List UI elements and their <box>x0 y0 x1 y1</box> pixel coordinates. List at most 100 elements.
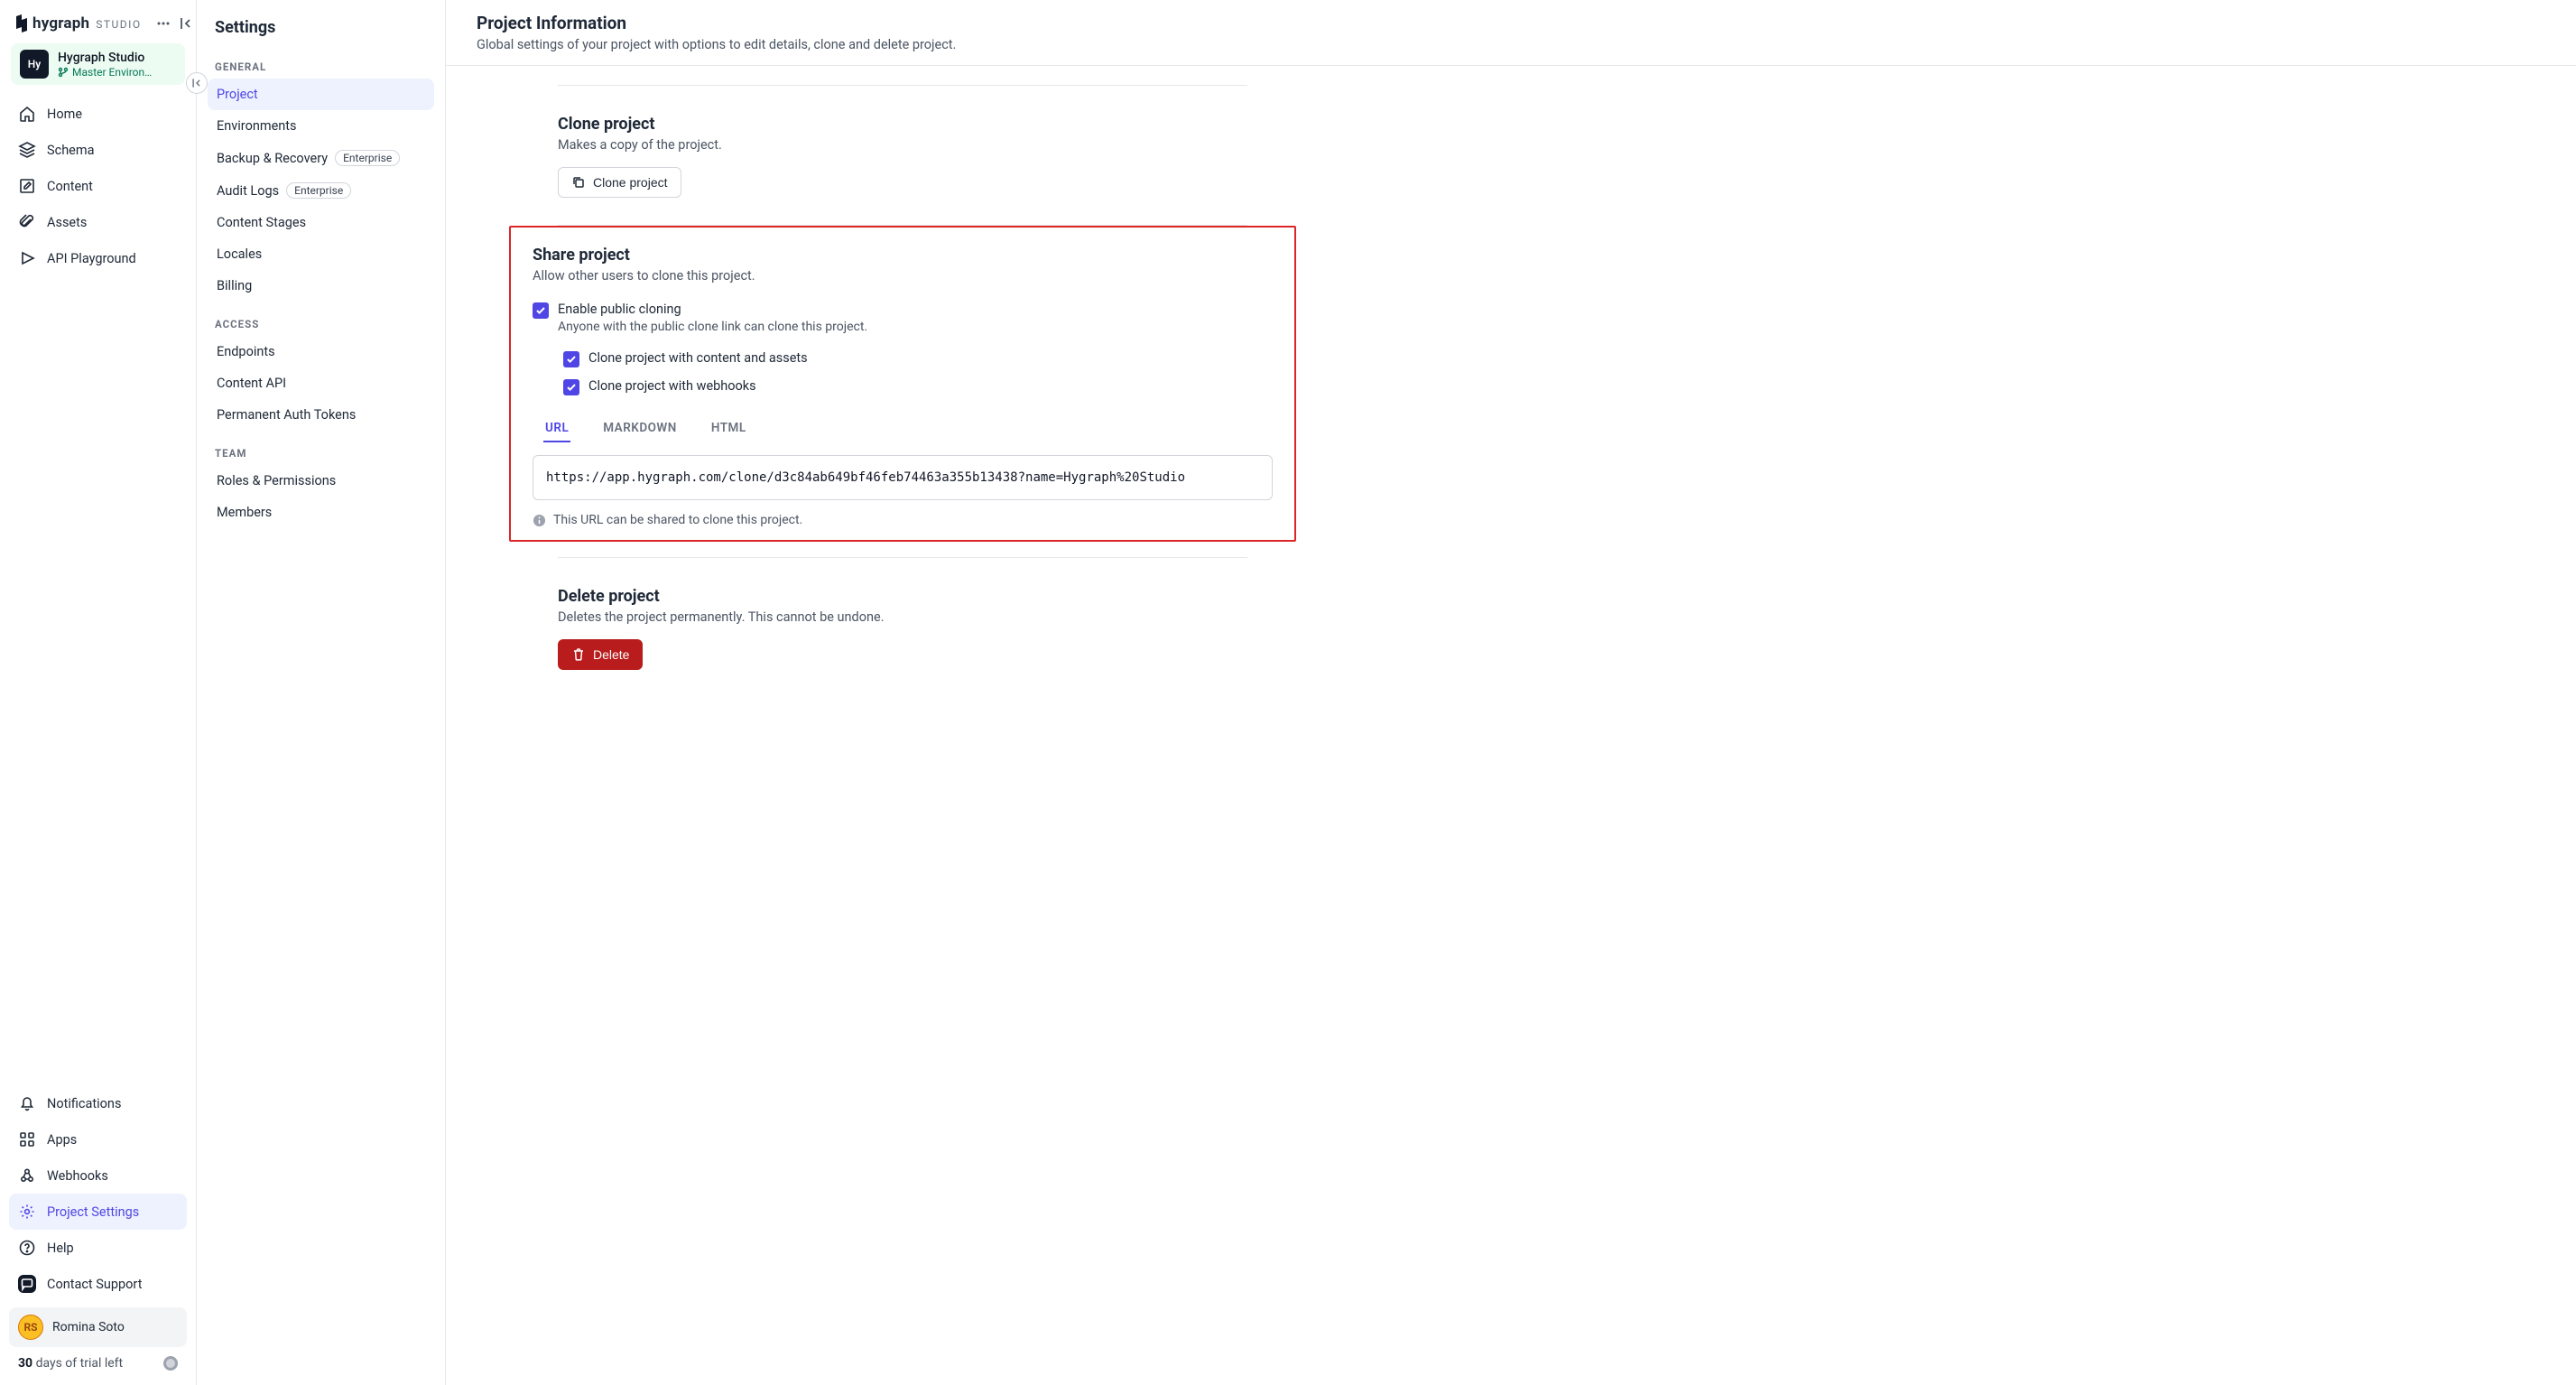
nav-label: Apps <box>47 1132 77 1148</box>
nav-label: Help <box>47 1241 74 1256</box>
nav-notifications[interactable]: Notifications <box>9 1085 187 1121</box>
checkbox-checked-icon[interactable] <box>533 302 549 319</box>
sidebar-collapse-icon[interactable] <box>178 14 194 33</box>
subnav-billing[interactable]: Billing <box>208 270 434 302</box>
delete-title: Delete project <box>558 587 1247 606</box>
play-icon <box>18 249 36 267</box>
delete-project-section: Delete project Deletes the project perma… <box>558 558 1247 697</box>
project-switcher[interactable]: Hy Hygraph Studio Master Environ… <box>11 43 185 85</box>
checkbox-label: Clone project with content and assets <box>588 350 808 366</box>
share-format-tabs: URL MARKDOWN HTML <box>543 415 1273 442</box>
nav-label: Home <box>47 107 82 122</box>
nav-content[interactable]: Content <box>9 168 187 204</box>
group-team-label: TEAM <box>208 440 434 465</box>
main-content: Project Information Global settings of y… <box>446 0 2576 1385</box>
clone-url-field[interactable]: https://app.hygraph.com/clone/d3c84ab649… <box>533 455 1273 500</box>
subnav-auth-tokens[interactable]: Permanent Auth Tokens <box>208 399 434 431</box>
nav-help[interactable]: Help <box>9 1230 187 1266</box>
nav-contact-support[interactable]: Contact Support <box>9 1266 187 1302</box>
primary-sidebar: hygraph STUDIO Hy Hygraph Studio Master … <box>0 0 197 1385</box>
chevron-left-bar-icon <box>190 77 203 89</box>
page-subtitle: Global settings of your project with opt… <box>477 37 2558 52</box>
delete-desc: Deletes the project permanently. This ca… <box>558 609 1247 625</box>
subnav-endpoints[interactable]: Endpoints <box>208 336 434 367</box>
subnav-content-api[interactable]: Content API <box>208 367 434 399</box>
subnav-audit-logs[interactable]: Audit LogsEnterprise <box>208 174 434 207</box>
nav-label: Contact Support <box>47 1277 142 1292</box>
clone-project-button[interactable]: Clone project <box>558 167 681 198</box>
home-icon <box>18 105 36 123</box>
copy-icon <box>571 175 586 190</box>
bell-icon <box>18 1094 36 1112</box>
logo-mark-icon <box>14 14 29 33</box>
clone-with-content-row[interactable]: Clone project with content and assets <box>563 347 1273 371</box>
checkbox-checked-icon[interactable] <box>563 379 579 395</box>
checkbox-label: Clone project with webhooks <box>588 378 756 394</box>
settings-subnav: Settings GENERAL Project Environments Ba… <box>197 0 446 1385</box>
tab-url[interactable]: URL <box>543 415 570 442</box>
nav-label: Schema <box>47 143 94 158</box>
subnav-project[interactable]: Project <box>208 79 434 110</box>
checkbox-checked-icon[interactable] <box>563 351 579 367</box>
nav-label: Project Settings <box>47 1204 139 1220</box>
tab-markdown[interactable]: MARKDOWN <box>601 415 679 442</box>
delete-button[interactable]: Delete <box>558 639 643 670</box>
share-hint: This URL can be shared to clone this pro… <box>533 513 1273 527</box>
checkbox-label: Enable public cloning <box>558 302 867 317</box>
help-icon <box>18 1239 36 1257</box>
nav-api-playground[interactable]: API Playground <box>9 240 187 276</box>
subnav-content-stages[interactable]: Content Stages <box>208 207 434 238</box>
brand-suffix: STUDIO <box>96 18 141 31</box>
subnav-members[interactable]: Members <box>208 497 434 528</box>
nav-apps[interactable]: Apps <box>9 1121 187 1157</box>
checkbox-help: Anyone with the public clone link can cl… <box>558 320 867 334</box>
edit-icon <box>18 177 36 195</box>
subnav-environments[interactable]: Environments <box>208 110 434 142</box>
nav-schema[interactable]: Schema <box>9 132 187 168</box>
page-title: Project Information <box>477 13 2558 33</box>
subnav-backup-recovery[interactable]: Backup & RecoveryEnterprise <box>208 142 434 174</box>
share-project-section: Share project Allow other users to clone… <box>533 246 1273 527</box>
subnav-collapse-button[interactable] <box>186 72 208 94</box>
brand-logo[interactable]: hygraph STUDIO <box>14 14 142 33</box>
trash-icon <box>571 647 586 662</box>
share-desc: Allow other users to clone this project. <box>533 268 1273 284</box>
nav-assets[interactable]: Assets <box>9 204 187 240</box>
brand-name: hygraph <box>32 14 89 33</box>
subnav-roles[interactable]: Roles & Permissions <box>208 465 434 497</box>
branch-icon <box>58 67 69 78</box>
tab-html[interactable]: HTML <box>709 415 748 442</box>
user-menu[interactable]: RS Romina Soto <box>9 1307 187 1347</box>
share-project-highlight: Share project Allow other users to clone… <box>509 226 1296 542</box>
layers-icon <box>18 141 36 159</box>
group-general-label: GENERAL <box>208 53 434 79</box>
clone-title: Clone project <box>558 115 1247 134</box>
chat-icon <box>18 1275 36 1293</box>
nav-label: Assets <box>47 215 87 230</box>
more-icon[interactable] <box>156 14 171 33</box>
group-access-label: ACCESS <box>208 311 434 336</box>
webhook-icon <box>18 1167 36 1185</box>
info-icon <box>533 514 546 527</box>
gear-icon <box>18 1203 36 1221</box>
clone-with-webhooks-row[interactable]: Clone project with webhooks <box>563 375 1273 399</box>
subnav-locales[interactable]: Locales <box>208 238 434 270</box>
trial-progress-icon <box>163 1356 178 1371</box>
user-name: Romina Soto <box>52 1320 125 1334</box>
avatar: RS <box>18 1315 43 1340</box>
enterprise-badge: Enterprise <box>335 150 400 166</box>
settings-title: Settings <box>208 14 434 53</box>
nav-label: Webhooks <box>47 1168 108 1184</box>
nav-label: API Playground <box>47 251 136 266</box>
clone-project-section: Clone project Makes a copy of the projec… <box>558 86 1247 226</box>
share-title: Share project <box>533 246 1273 265</box>
nav-home[interactable]: Home <box>9 96 187 132</box>
nav-label: Content <box>47 179 93 194</box>
nav-project-settings[interactable]: Project Settings <box>9 1194 187 1230</box>
paperclip-icon <box>18 213 36 231</box>
enable-public-cloning-row[interactable]: Enable public cloning Anyone with the pu… <box>533 298 1273 338</box>
nav-webhooks[interactable]: Webhooks <box>9 1157 187 1194</box>
project-avatar: Hy <box>20 50 49 79</box>
clone-desc: Makes a copy of the project. <box>558 137 1247 153</box>
trial-status[interactable]: 30 days of trial left <box>9 1347 187 1374</box>
